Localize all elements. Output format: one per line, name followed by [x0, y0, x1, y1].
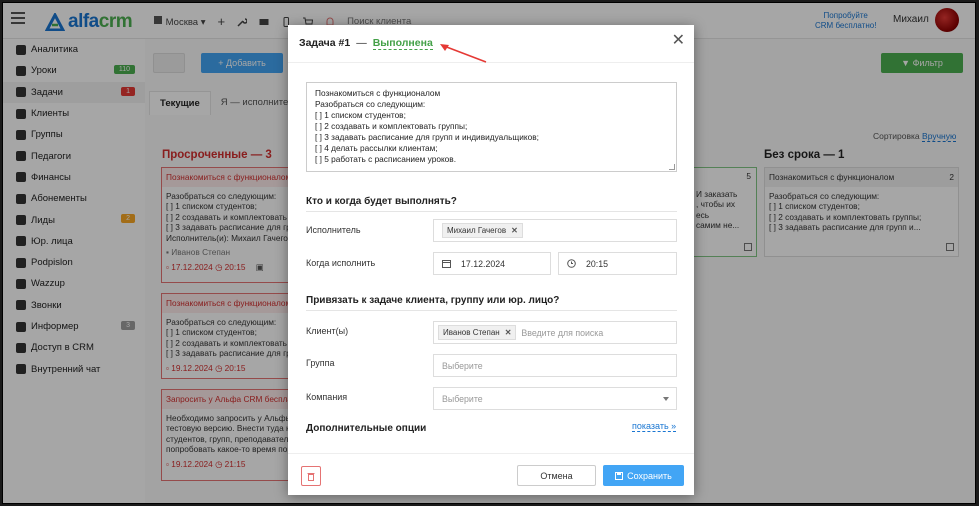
description-line: [ ] 1 списком студентов; — [315, 110, 406, 120]
description-line: [ ] 3 задавать расписание для групп и ин… — [315, 132, 539, 142]
client-value: Иванов Степан — [443, 328, 500, 337]
show-extra-link[interactable]: показать » — [632, 421, 677, 432]
calendar-icon — [442, 260, 451, 268]
group-placeholder: Выберите — [442, 360, 483, 371]
save-button[interactable]: Сохранить — [603, 465, 684, 486]
client-search-placeholder: Введите для поиска — [521, 327, 604, 338]
task-description[interactable]: Познакомиться с функционалом Разобраться… — [306, 82, 677, 172]
remove-icon[interactable]: ✕ — [505, 328, 512, 337]
delete-button[interactable] — [301, 466, 321, 486]
remove-icon[interactable]: ✕ — [511, 226, 518, 235]
modal-title: Задача #1 — Выполнена — [299, 37, 433, 50]
section-who: Кто и когда будет выполнять? — [306, 196, 677, 212]
title-dash: — — [356, 37, 367, 49]
description-line: [ ] 5 работать с расписанием уроков. — [315, 154, 457, 164]
description-line: Разобраться со следующим: — [315, 99, 426, 109]
group-select[interactable]: Выберите — [433, 354, 677, 377]
cancel-button[interactable]: Отмена — [517, 465, 596, 486]
section-link: Привязать к задаче клиента, группу или ю… — [306, 295, 677, 311]
description-line: [ ] 2 создавать и комплектовать группы; — [315, 121, 468, 131]
chevron-down-icon — [663, 397, 669, 401]
resize-handle[interactable] — [669, 164, 675, 170]
extra-options-title: Дополнительные опции — [306, 423, 427, 434]
client-label: Клиент(ы) — [306, 326, 349, 336]
close-icon[interactable]: ✕ — [672, 33, 685, 49]
app-window: alfa crm Москва ▾ + Поиск клиента Попробу… — [2, 2, 976, 504]
save-label: Сохранить — [627, 470, 672, 481]
task-number: Задача #1 — [299, 37, 351, 49]
clock-icon — [567, 259, 576, 268]
when-label: Когда исполнить — [306, 258, 376, 268]
executor-field[interactable]: Михаил Гачегов ✕ — [433, 219, 677, 242]
task-status[interactable]: Выполнена — [372, 37, 433, 50]
time-field[interactable]: 20:15 — [558, 252, 677, 275]
executor-tag: Михаил Гачегов ✕ — [442, 223, 523, 238]
client-tag: Иванов Степан ✕ — [438, 325, 517, 340]
date-field[interactable]: 17.12.2024 — [433, 252, 551, 275]
company-select[interactable]: Выберите — [433, 387, 677, 410]
date-value: 17.12.2024 — [461, 258, 506, 269]
company-placeholder: Выберите — [442, 393, 483, 404]
modal-header: Задача #1 — Выполнена ✕ — [288, 25, 694, 63]
group-label: Группа — [306, 358, 335, 368]
trash-icon — [307, 472, 315, 481]
description-line: [ ] 4 делать рассылки клиентам; — [315, 143, 438, 153]
description-line: Познакомиться с функционалом — [315, 88, 441, 98]
company-label: Компания — [306, 392, 348, 402]
client-field[interactable]: Иванов Степан ✕ Введите для поиска — [433, 321, 677, 344]
task-modal: Задача #1 — Выполнена ✕ Познакомиться с фу… — [288, 25, 694, 495]
annotation-arrow-icon — [440, 44, 487, 63]
time-value: 20:15 — [586, 258, 609, 269]
executor-value: Михаил Гачегов — [447, 226, 507, 235]
executor-label: Исполнитель — [306, 225, 361, 235]
floppy-icon — [615, 471, 624, 480]
modal-footer: Отмена Сохранить — [288, 453, 694, 495]
